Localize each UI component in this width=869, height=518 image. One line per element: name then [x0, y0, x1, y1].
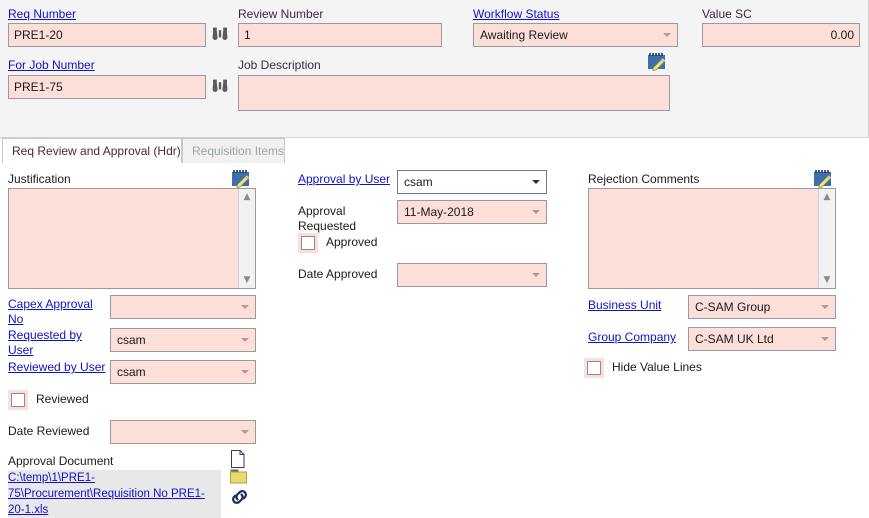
chevron-down-icon [532, 180, 540, 184]
link-icon[interactable] [229, 487, 251, 507]
chevron-down-icon [532, 273, 540, 277]
workflow-status-value: Awaiting Review [480, 28, 568, 42]
chevron-down-icon [241, 430, 249, 434]
business-unit-label[interactable]: Business Unit [588, 298, 661, 312]
binoculars-icon[interactable] [210, 24, 230, 44]
review-number-label: Review Number [238, 7, 324, 21]
requested-by-user-label[interactable]: Requested by User [8, 328, 108, 358]
approval-by-user-value: csam [404, 175, 433, 189]
business-unit-dropdown[interactable]: C-SAM Group [688, 295, 836, 319]
rejection-comments-scrollbar[interactable]: ▲ ▼ [818, 189, 835, 288]
scroll-up-icon[interactable]: ▲ [239, 189, 255, 205]
approval-by-user-dropdown[interactable]: csam [397, 170, 547, 194]
requested-by-user-value: csam [117, 333, 146, 347]
scroll-down-icon[interactable]: ▼ [819, 272, 835, 288]
notepad-edit-icon[interactable] [812, 168, 834, 190]
approval-document-label: Approval Document [8, 454, 114, 468]
folder-icon[interactable] [229, 468, 249, 486]
requested-by-user-dropdown[interactable]: csam [110, 328, 256, 352]
group-company-value: C-SAM UK Ltd [695, 332, 774, 346]
capex-approval-no-label[interactable]: Capex Approval No [8, 297, 108, 327]
hide-value-lines-checkbox-box[interactable] [587, 361, 601, 375]
approval-requested-date-dropdown[interactable]: 11-May-2018 [397, 200, 547, 224]
workflow-status-dropdown[interactable]: Awaiting Review [473, 23, 678, 47]
binoculars-icon[interactable] [210, 76, 230, 96]
chevron-down-icon [663, 33, 671, 37]
review-number-input[interactable]: 1 [238, 23, 442, 47]
justification-textarea[interactable]: ▲ ▼ [8, 188, 256, 289]
hide-value-lines-label: Hide Value Lines [612, 360, 702, 374]
chevron-down-icon [821, 305, 829, 309]
reviewed-checkbox[interactable] [8, 390, 28, 410]
chevron-down-icon [241, 338, 249, 342]
req-number-input[interactable]: PRE1-20 [8, 23, 206, 47]
group-company-dropdown[interactable]: C-SAM UK Ltd [688, 327, 836, 351]
scroll-up-icon[interactable]: ▲ [819, 189, 835, 205]
for-job-number-input[interactable]: PRE1-75 [8, 75, 206, 99]
scroll-down-icon[interactable]: ▼ [239, 272, 255, 288]
chevron-down-icon [241, 305, 249, 309]
date-reviewed-dropdown[interactable] [110, 420, 256, 444]
approved-checkbox[interactable] [298, 233, 318, 253]
req-number-label[interactable]: Req Number [8, 7, 76, 21]
notepad-edit-icon[interactable] [230, 168, 252, 190]
capex-approval-no-dropdown[interactable] [110, 295, 256, 319]
tab-requisition-items[interactable]: Requisition Items [182, 138, 285, 163]
date-reviewed-label: Date Reviewed [8, 424, 90, 438]
approved-checkbox-box[interactable] [301, 236, 315, 250]
workflow-status-label[interactable]: Workflow Status [473, 7, 559, 21]
approved-checkbox-label: Approved [326, 235, 378, 249]
page-icon[interactable] [229, 449, 247, 469]
approval-requested-label: Approval Requested [298, 204, 357, 233]
reviewed-checkbox-label: Reviewed [36, 392, 89, 406]
for-job-number-label[interactable]: For Job Number [8, 58, 95, 72]
justification-label: Justification [8, 172, 71, 186]
approval-requested-date-value: 11-May-2018 [404, 205, 474, 219]
chevron-down-icon [821, 337, 829, 341]
date-approved-label: Date Approved [298, 267, 378, 281]
rejection-comments-label: Rejection Comments [588, 172, 700, 186]
header-panel: Req Number PRE1-20 Review Number 1 Workf… [0, 0, 869, 138]
reviewed-by-user-dropdown[interactable]: csam [110, 360, 256, 384]
tabstrip: Req Review and Approval (Hdr) Requisitio… [0, 138, 869, 163]
job-description-input[interactable] [238, 75, 670, 111]
hide-value-lines-checkbox[interactable] [584, 358, 604, 378]
reviewed-by-user-label[interactable]: Reviewed by User [8, 360, 105, 374]
date-approved-dropdown[interactable] [397, 263, 547, 287]
tab-req-review-and-approval-hdr[interactable]: Req Review and Approval (Hdr) [2, 138, 182, 163]
job-description-label: Job Description [238, 58, 321, 72]
group-company-label[interactable]: Group Company [588, 330, 676, 344]
business-unit-value: C-SAM Group [695, 300, 771, 314]
justification-scrollbar[interactable]: ▲ ▼ [238, 189, 255, 288]
approval-by-user-label[interactable]: Approval by User [298, 172, 390, 186]
chevron-down-icon [532, 210, 540, 214]
reviewed-checkbox-box[interactable] [11, 393, 25, 407]
value-sc-input[interactable]: 0.00 [702, 23, 860, 47]
chevron-down-icon [241, 370, 249, 374]
value-sc-label: Value SC [702, 7, 752, 21]
notepad-edit-icon[interactable] [646, 51, 668, 73]
rejection-comments-textarea[interactable]: ▲ ▼ [588, 188, 836, 289]
reviewed-by-user-value: csam [117, 365, 146, 379]
approval-document-path-link[interactable]: C:\temp\1\PRE1-75\Procurement\Requisitio… [8, 470, 221, 518]
